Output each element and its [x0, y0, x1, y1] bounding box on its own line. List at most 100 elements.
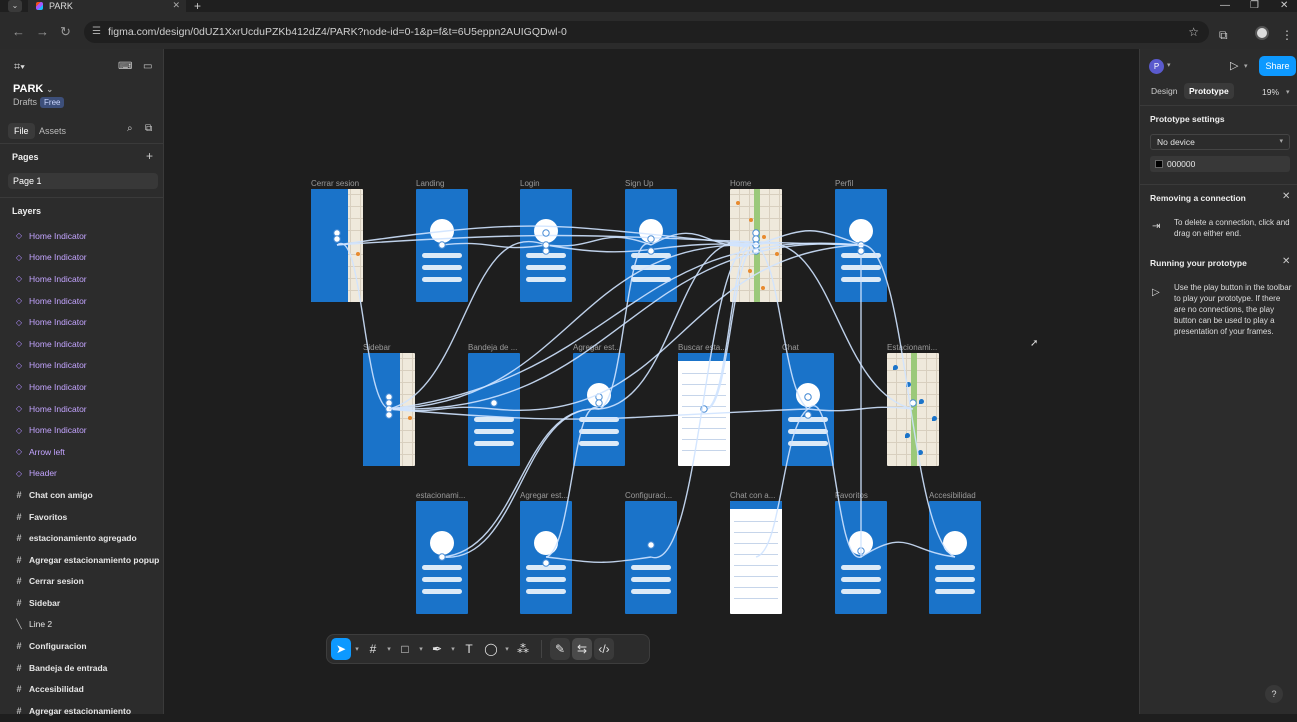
actions-icon[interactable]: ⁂ — [513, 638, 533, 660]
page-item[interactable]: Page 1 — [8, 173, 158, 189]
profile-avatar[interactable] — [1255, 26, 1269, 40]
prototype-connection[interactable] — [755, 242, 914, 410]
connection-handle[interactable] — [857, 247, 865, 255]
layer-item[interactable]: ◇ Home Indicator — [0, 355, 164, 377]
minimize-icon[interactable]: — — [1220, 0, 1230, 11]
maximize-icon[interactable]: ❐ — [1250, 0, 1259, 11]
layer-item[interactable]: # estacionamiento agregado — [0, 527, 164, 549]
layer-item[interactable]: ◇ Home Indicator — [0, 333, 164, 355]
tab-search-button[interactable]: ⌄ — [8, 0, 22, 12]
url-input[interactable]: ☰ figma.com/design/0dUZ1XxrUcduPZKb412dZ… — [84, 21, 1209, 43]
chevron-down-icon[interactable]: ▾ — [353, 638, 361, 660]
close-icon[interactable]: ✕ — [1282, 191, 1290, 202]
layer-item[interactable]: # Accesibilidad — [0, 678, 164, 700]
user-avatar[interactable]: P — [1149, 59, 1164, 74]
add-page-button[interactable]: + — [146, 149, 153, 163]
connection-handle[interactable] — [804, 411, 812, 419]
figma-main-menu-icon[interactable]: ⌗▾ — [14, 61, 25, 74]
chevron-down-icon[interactable]: ▾ — [385, 638, 393, 660]
prototype-connection[interactable] — [336, 242, 390, 410]
connection-handle[interactable] — [542, 229, 550, 237]
frame-tool-icon[interactable]: # — [363, 638, 383, 660]
connection-handle[interactable] — [490, 399, 498, 407]
pen-tool-icon[interactable]: ✒ — [427, 638, 447, 660]
connection-handle[interactable] — [647, 247, 655, 255]
layer-item[interactable]: # Sidebar — [0, 592, 164, 614]
forward-icon[interactable]: → — [36, 24, 49, 39]
chevron-down-icon[interactable]: ▾ — [417, 638, 425, 660]
site-info-icon[interactable]: ☰ — [92, 26, 101, 37]
sidebar-toggle-icon[interactable]: ▭ — [143, 61, 152, 72]
layer-item[interactable]: # Chat con amigo — [0, 484, 164, 506]
layer-item[interactable]: ◇ Home Indicator — [0, 419, 164, 441]
prototype-connection[interactable] — [807, 405, 862, 558]
chevron-down-icon[interactable]: ▾ — [1167, 61, 1171, 69]
chevron-down-icon[interactable]: ▾ — [1286, 88, 1290, 96]
design-canvas[interactable]: ➚ Cerrar sesion Landing Login Sign Up Home Pe… — [164, 49, 1139, 714]
text-tool-icon[interactable]: T — [459, 638, 479, 660]
chevron-down-icon[interactable]: ▾ — [449, 638, 457, 660]
prototype-mode-icon[interactable]: ⇆ — [572, 638, 592, 660]
comment-tool-icon[interactable]: ◯ — [481, 638, 501, 660]
layer-item[interactable]: # Configuracion — [0, 635, 164, 657]
layer-item[interactable]: ◇ Home Indicator — [0, 247, 164, 269]
tab-prototype[interactable]: Prototype — [1184, 83, 1234, 99]
layer-item[interactable]: # Favoritos — [0, 506, 164, 528]
connection-handle[interactable] — [333, 229, 341, 237]
layer-item[interactable]: ╲ Line 2 — [0, 614, 164, 636]
prototype-connection[interactable] — [388, 241, 547, 410]
ai-icon[interactable]: ⌨ — [118, 61, 132, 72]
prototype-connection[interactable] — [388, 408, 809, 420]
prototype-connection[interactable] — [493, 244, 862, 411]
layer-item[interactable]: ◇ Header — [0, 463, 164, 485]
share-button[interactable]: Share — [1259, 56, 1296, 76]
layer-item[interactable]: # Cerrar sesion — [0, 571, 164, 593]
present-play-icon[interactable]: ▷ — [1230, 59, 1238, 72]
layer-item[interactable]: # Agregar estacionamiento popup — [0, 549, 164, 571]
connection-handle[interactable] — [595, 399, 603, 407]
connection-handle[interactable] — [542, 241, 550, 249]
color-swatch[interactable] — [1155, 160, 1163, 168]
help-button[interactable]: ? — [1265, 685, 1283, 703]
connection-handle[interactable] — [438, 553, 446, 561]
rectangle-tool-icon[interactable]: □ — [395, 638, 415, 660]
connection-handle[interactable] — [385, 399, 393, 407]
layer-item[interactable]: ◇ Home Indicator — [0, 268, 164, 290]
reload-icon[interactable]: ↻ — [60, 24, 71, 40]
prototype-connection[interactable] — [755, 408, 809, 558]
dev-mode-icon[interactable]: ‹/› — [594, 638, 614, 660]
layer-item[interactable]: ◇ Arrow left — [0, 441, 164, 463]
connection-handle[interactable] — [647, 235, 655, 243]
zoom-level[interactable]: 19% — [1262, 87, 1279, 97]
prototype-connection[interactable] — [860, 541, 956, 558]
chevron-down-icon[interactable]: ▾ — [503, 638, 511, 660]
bookmark-star-icon[interactable]: ☆ — [1188, 25, 1199, 39]
tab-design[interactable]: Design — [1146, 83, 1182, 99]
connection-handle[interactable] — [804, 393, 812, 401]
layer-item[interactable]: ◇ Home Indicator — [0, 290, 164, 312]
prototype-connection[interactable] — [545, 236, 652, 247]
browser-tab[interactable]: PARK ✕ — [28, 0, 186, 12]
extensions-icon[interactable]: ⧉ — [1219, 28, 1228, 43]
layer-item[interactable]: ◇ Home Indicator — [0, 311, 164, 333]
background-color-field[interactable]: 000000 — [1150, 156, 1290, 172]
layer-item[interactable]: # Bandeja de entrada — [0, 657, 164, 679]
layer-item[interactable]: ◇ Home Indicator — [0, 376, 164, 398]
back-icon[interactable]: ← — [12, 24, 25, 39]
device-select[interactable]: No device ▾ — [1150, 134, 1290, 150]
prototype-connection[interactable] — [860, 244, 956, 558]
connection-handle[interactable] — [438, 241, 446, 249]
connection-handle[interactable] — [333, 235, 341, 243]
search-icon[interactable]: ⌕ — [127, 123, 133, 134]
tab-file[interactable]: File — [8, 123, 35, 139]
layer-item[interactable]: ◇ Home Indicator — [0, 398, 164, 420]
connection-handle[interactable] — [385, 411, 393, 419]
connection-handle[interactable] — [385, 393, 393, 401]
chevron-down-icon[interactable]: ▾ — [1244, 62, 1248, 70]
close-tab-icon[interactable]: ✕ — [172, 0, 180, 11]
window-close-icon[interactable]: ✕ — [1280, 0, 1288, 11]
prototype-connection[interactable] — [441, 408, 600, 558]
layer-item[interactable]: # Agregar estacionamiento — [0, 700, 164, 722]
connection-handle[interactable] — [542, 247, 550, 255]
connection-handle[interactable] — [542, 559, 550, 567]
